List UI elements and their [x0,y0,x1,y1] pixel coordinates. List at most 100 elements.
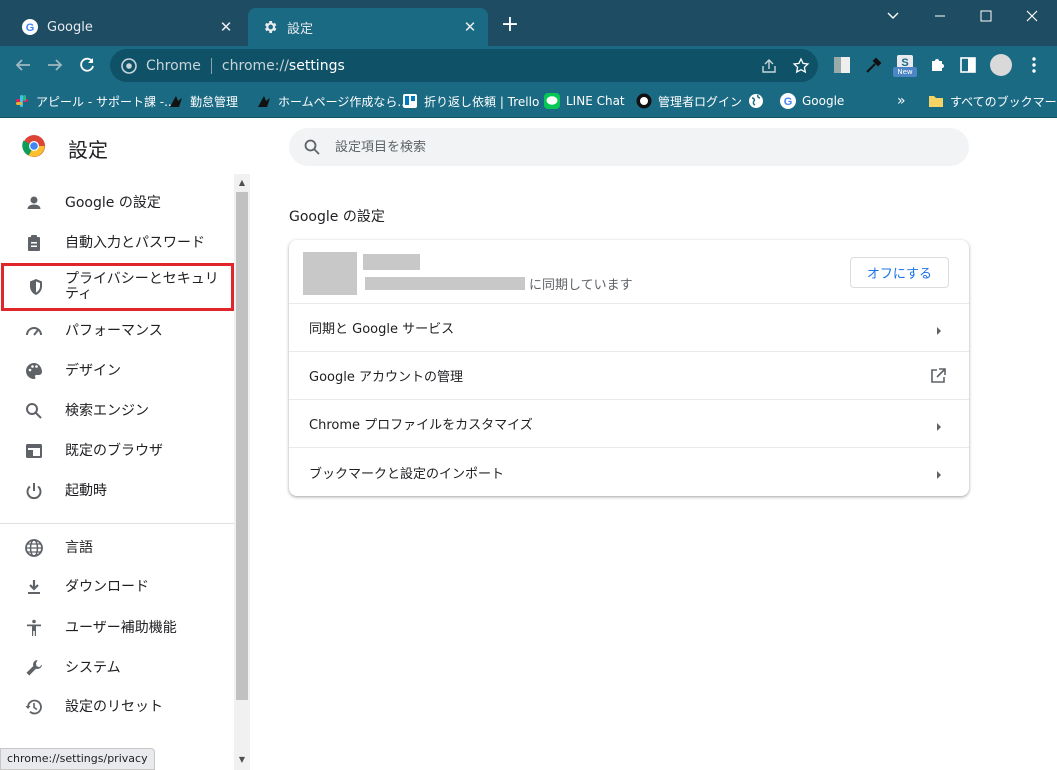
import-bookmarks-row[interactable]: ブックマークと設定のインポート [289,448,969,496]
eyedropper-icon[interactable] [864,55,884,75]
tab-close-icon[interactable]: ✕ [216,17,236,37]
google-g-icon: G [780,93,796,109]
search-icon [24,401,44,421]
scroll-up-arrow-icon[interactable]: ▲ [237,178,247,188]
bookmark-item[interactable]: 勤怠管理 [168,92,238,110]
bird-icon [168,93,184,109]
account-email-redacted [365,277,525,290]
sidebar-item-accessibility[interactable]: ユーザー補助機能 [0,617,234,639]
address-bar[interactable]: Chrome chrome:// settings [110,49,818,82]
minimize-icon[interactable] [917,0,963,32]
new-extension-icon[interactable]: S New [893,55,917,77]
sidebar-item-label: ダウンロード [65,578,149,595]
sidebar-item-performance[interactable]: パフォーマンス [0,320,234,342]
profile-avatar[interactable] [989,53,1013,77]
sidebar-item-languages[interactable]: 言語 [0,537,234,559]
chrome-logo-icon [22,134,46,158]
sidebar-item-downloads[interactable]: ダウンロード [0,576,234,598]
bookmark-label: ホームページ作成なら... [278,94,409,109]
share-icon[interactable] [760,57,778,75]
bookmarks-overflow-button[interactable]: » [897,92,906,110]
sidebar-item-label: 言語 [65,539,93,556]
back-arrow-icon[interactable] [10,52,36,78]
forward-arrow-icon[interactable] [42,52,68,78]
sidebar-item-search-engine[interactable]: 検索エンジン [0,400,234,422]
sidebar-item-startup[interactable]: 起動時 [0,480,234,502]
power-icon [24,481,44,501]
sidebar-item-google[interactable]: Google の設定 [0,192,234,214]
bookmark-item[interactable]: 管理者ログイン [636,92,742,110]
search-input[interactable] [335,139,935,155]
scroll-down-arrow-icon[interactable]: ▼ [237,755,247,765]
tab-strip: G Google ✕ 設定 ✕ + [0,0,1057,46]
gear-icon [262,19,278,35]
person-icon [24,193,44,213]
folder-icon [928,93,944,109]
settings-header: 設定 [0,118,1057,174]
bookmark-item[interactable]: LINE Chat [544,92,625,110]
status-bar-url: chrome://settings/privacy [0,748,155,770]
tab-title: 設定 [287,21,314,37]
bookmark-item[interactable]: アピール - サポート課 -... [14,92,176,110]
manage-account-row[interactable]: Google アカウントの管理 [289,352,969,400]
section-title: Google の設定 [289,209,385,225]
sidebar-item-default-browser[interactable]: 既定のブラウザ [0,440,234,462]
tab-settings[interactable]: 設定 ✕ [248,8,488,46]
bookmarks-bar: アピール - サポート課 -... 勤怠管理 ホームページ作成なら... 折り返… [0,84,1057,118]
settings-sidebar: Google の設定 自動入力とパスワード プライバシーとセキュリティ パフォー… [0,174,250,770]
maximize-icon[interactable] [963,0,1009,32]
turn-off-sync-button[interactable]: オフにする [850,257,949,288]
all-bookmarks-button[interactable]: すべてのブックマーク [928,92,1057,110]
sidebar-item-privacy[interactable]: プライバシーとセキュリティ [1,263,234,311]
sidebar-scrollbar[interactable]: ▲ ▼ [234,174,250,770]
url-path: settings [288,57,345,74]
sidebar-item-label: 既定のブラウザ [65,442,163,459]
puzzle-extensions-icon[interactable] [928,55,948,75]
close-icon[interactable] [1009,0,1055,32]
row-label: ブックマークと設定のインポート [309,466,505,482]
browser-icon [24,441,44,461]
sidebar-item-design[interactable]: デザイン [0,360,234,382]
sync-status-text: に同期しています [529,278,633,293]
bookmark-star-icon[interactable] [792,57,810,75]
sync-services-row[interactable]: 同期と Google サービス [289,304,969,352]
tab-search-icon[interactable] [870,0,916,32]
google-settings-card: に同期しています オフにする 同期と Google サービス Google アカ… [289,240,969,496]
url-scheme: chrome:// [221,57,289,74]
accessibility-icon [24,618,44,638]
scrollbar-thumb[interactable] [236,192,248,700]
bookmark-item[interactable]: G Google [780,92,844,110]
bookmark-label: アピール - サポート課 -... [36,94,176,109]
clipboard-icon [24,233,44,253]
tab-close-icon[interactable]: ✕ [460,17,480,37]
side-panel-icon[interactable] [958,55,978,75]
avatar [303,252,357,295]
extension-icon[interactable] [832,55,852,75]
bird-icon [256,93,272,109]
download-icon [24,577,44,597]
speedometer-icon [24,321,44,341]
sidebar-item-system[interactable]: システム [0,657,234,679]
sidebar-item-label: Google の設定 [65,194,161,211]
bookmark-item[interactable]: 折り返し依頼 | Trello [402,92,539,110]
sidebar-item-reset[interactable]: 設定のリセット [0,696,234,718]
customize-profile-row[interactable]: Chrome プロファイルをカスタマイズ [289,400,969,448]
wrench-icon [24,658,44,678]
globe-icon [24,538,44,558]
page-title: 設定 [68,138,108,162]
menu-kebab-icon[interactable] [1024,55,1044,75]
chrome-site-icon [120,57,138,75]
new-tab-button[interactable]: + [498,14,522,38]
bookmark-item[interactable] [748,92,770,110]
sidebar-item-autofill[interactable]: 自動入力とパスワード [0,232,234,254]
line-icon [544,93,560,109]
site-label: Chrome [146,57,201,74]
sidebar-item-label: 起動時 [65,482,107,499]
account-row: に同期しています オフにする [289,240,969,304]
settings-search[interactable] [289,128,969,166]
reload-icon[interactable] [74,52,100,78]
globe-icon [748,93,764,109]
bookmark-item[interactable]: ホームページ作成なら... [256,92,409,110]
history-icon [24,697,44,717]
tab-google[interactable]: G Google ✕ [8,8,244,46]
